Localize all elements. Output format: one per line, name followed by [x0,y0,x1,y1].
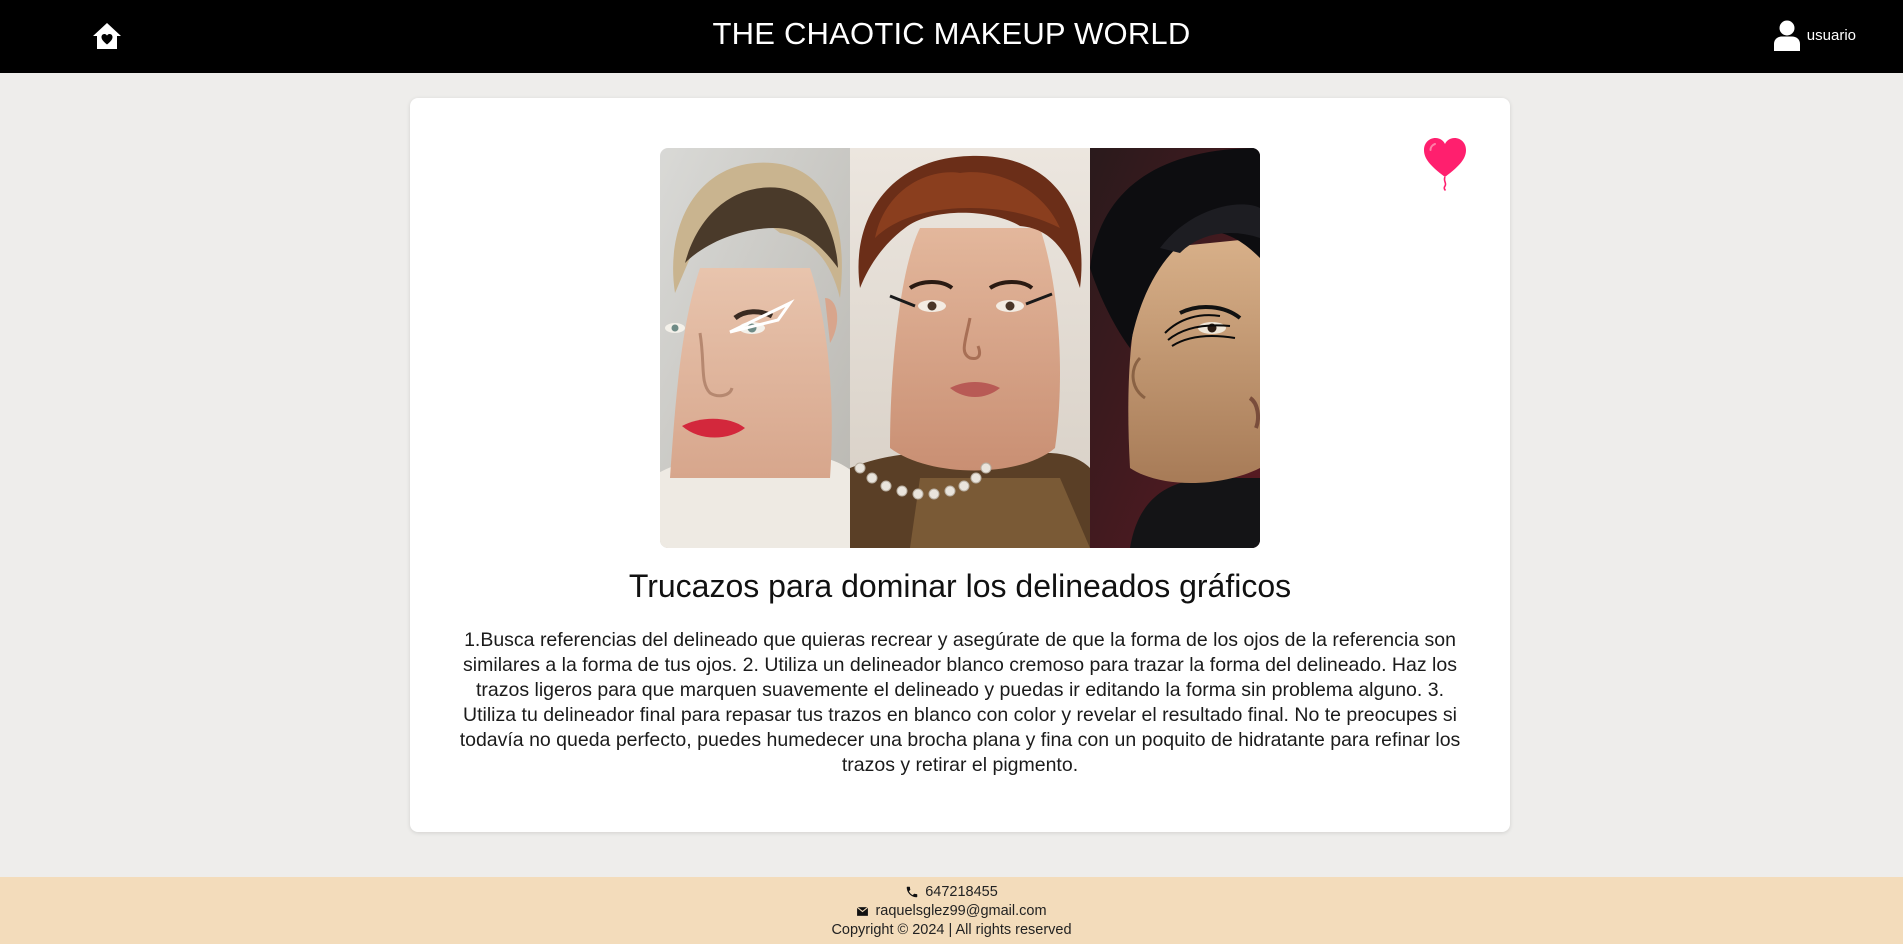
makeup-photo-collage [660,148,1260,548]
user-name-label: usuario [1806,27,1856,44]
footer-email: raquelsglez99@gmail.com [0,903,1903,919]
mail-icon [857,906,869,916]
phone-icon [906,886,918,898]
site-footer: 647218455 raquelsglez99@gmail.com Copyri… [0,877,1903,944]
footer-phone-number: 647218455 [925,884,998,900]
heart-balloon-icon [1424,138,1466,192]
footer-phone: 647218455 [0,884,1903,900]
user-account-button[interactable]: usuario [1773,20,1856,51]
post-image [660,148,1260,548]
post-card: Trucazos para dominar los delineados grá… [410,98,1510,832]
top-navbar: THE CHAOTIC MAKEUP WORLD usuario [0,0,1903,73]
copyright-text: Copyright © 2024 | All rights reserved [831,922,1072,938]
site-title: THE CHAOTIC MAKEUP WORLD [712,16,1191,51]
favorite-button[interactable] [1422,135,1468,192]
footer-email-address[interactable]: raquelsglez99@gmail.com [875,903,1046,919]
user-icon [1773,20,1800,51]
post-title: Trucazos para dominar los delineados grá… [628,568,1292,604]
post-body-text: 1.Busca referencias del delineado que qu… [459,629,1461,776]
footer-copyright: Copyright © 2024 | All rights reserved [0,922,1903,938]
